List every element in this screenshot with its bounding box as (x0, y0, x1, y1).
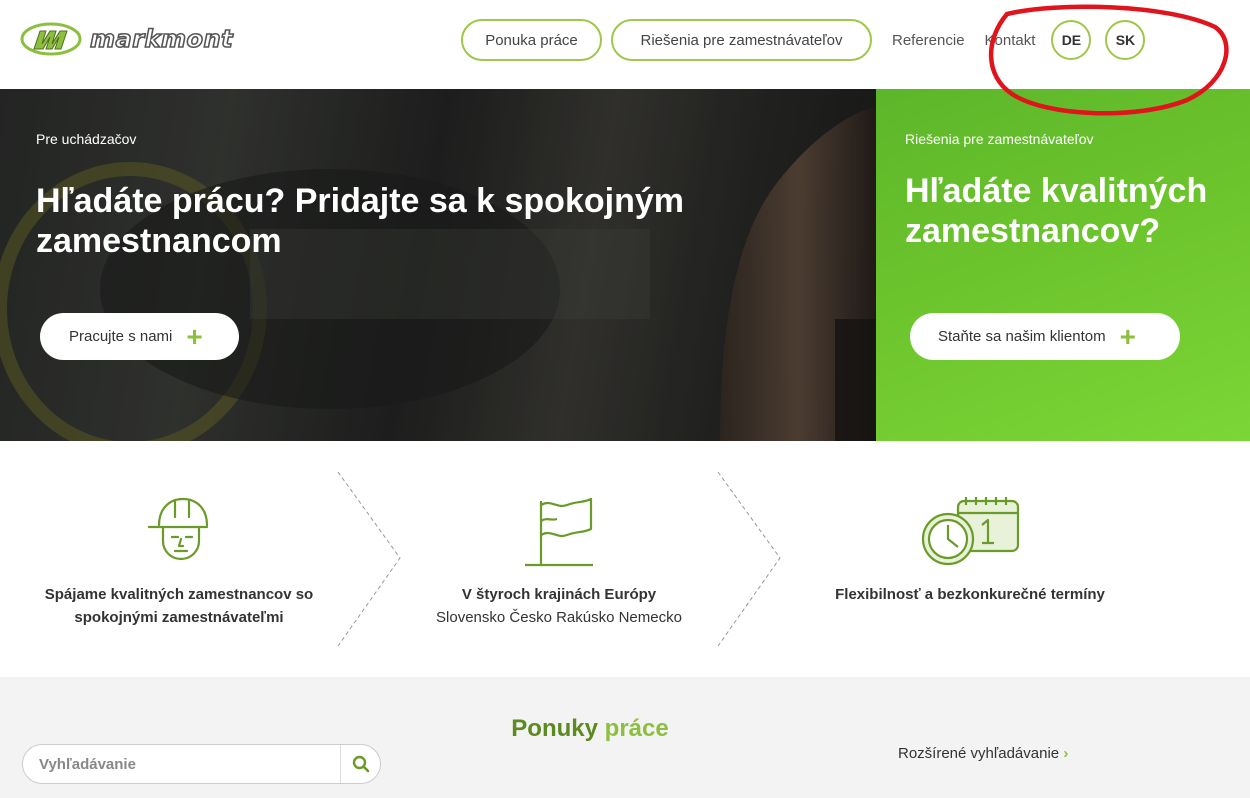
advanced-search-label: Rozšírené vyhľadávanie (898, 745, 1060, 762)
separator-chevron (337, 471, 401, 647)
lang-de-button[interactable]: DE (1051, 20, 1092, 60)
search-icon (352, 755, 369, 773)
chevron-right-icon: › (1063, 745, 1069, 762)
feature-flexibility: Flexibilnosť a bezkonkurečné termíny (810, 583, 1130, 606)
logo-text: markmont (89, 24, 234, 54)
become-client-button[interactable]: Staňte sa našim klientom + (910, 313, 1180, 360)
site-header: markmont Ponuka práce Riešenia pre zames… (0, 0, 1250, 89)
feature-countries-line1: V štyroch krajinách Európy (461, 586, 657, 603)
hero-right-title: Hľadáte kvalitných zamestnancov? (905, 171, 1207, 251)
flag-icon (525, 497, 593, 567)
work-with-us-button[interactable]: Pracujte s nami + (40, 313, 239, 360)
feature-connect: Spájame kvalitných zamestnancov so spoko… (20, 583, 338, 629)
calendar-clock-icon (921, 497, 1020, 566)
hero-left-eyebrow: Pre uchádzačov (36, 131, 137, 147)
work-with-us-label: Pracujte s nami (69, 328, 173, 345)
nav-employer-solutions[interactable]: Riešenia pre zamestnávateľov (611, 19, 872, 61)
plus-icon: + (1119, 320, 1136, 352)
hero-left-title: Hľadáte prácu? Pridajte sa k spokojným z… (36, 181, 684, 261)
feature-flexibility-line1: Flexibilnosť a bezkonkurečné termíny (835, 586, 1105, 603)
offers-heading-word2: práce (604, 715, 669, 742)
offers-heading-word1: Ponuky (511, 715, 598, 742)
logo-mark-icon (20, 22, 82, 56)
nav-references[interactable]: Referencie (892, 32, 965, 49)
hero-right-title-line2: zamestnancov? (905, 212, 1161, 250)
become-client-label: Staňte sa našim klientom (938, 328, 1106, 345)
plus-icon: + (186, 320, 203, 352)
separator-chevron (717, 471, 781, 647)
feature-countries: V štyroch krajinách Európy Slovensko Čes… (400, 583, 718, 629)
search-box (22, 744, 381, 784)
feature-countries-line2: Slovensko Česko Rakúsko Nemecko (436, 609, 682, 626)
worker-icon (147, 497, 209, 561)
advanced-search-link[interactable]: Rozšírené vyhľadávanie › (898, 745, 1068, 762)
logo[interactable]: markmont (20, 22, 233, 56)
hero-right-title-line1: Hľadáte kvalitných (905, 172, 1208, 210)
job-offers-section: Ponuky práce Rozšírené vyhľadávanie › (0, 677, 1250, 798)
search-input[interactable] (39, 755, 339, 773)
feature-connect-line2: spokojnými zamestnávateľmi (74, 609, 284, 626)
feature-connect-line1: Spájame kvalitných zamestnancov so (44, 586, 314, 603)
lang-sk-button[interactable]: SK (1105, 20, 1146, 60)
hero-left-title-line1: Hľadáte prácu? Pridajte sa k spokojným (36, 182, 684, 220)
hero-right-eyebrow: Riešenia pre zamestnávateľov (905, 131, 1094, 147)
main-nav: Ponuka práce Riešenia pre zamestnávateľo… (461, 19, 1146, 61)
nav-job-offers[interactable]: Ponuka práce (461, 19, 602, 61)
nav-contact[interactable]: Kontakt (985, 32, 1036, 49)
hero-left-title-line2: zamestnancom (36, 222, 282, 260)
hero-employers: Riešenia pre zamestnávateľov Hľadáte kva… (876, 89, 1250, 441)
search-button[interactable] (340, 745, 380, 783)
offers-heading: Ponuky práce (0, 715, 1180, 743)
hero-candidates: Pre uchádzačov Hľadáte prácu? Pridajte s… (0, 89, 876, 441)
